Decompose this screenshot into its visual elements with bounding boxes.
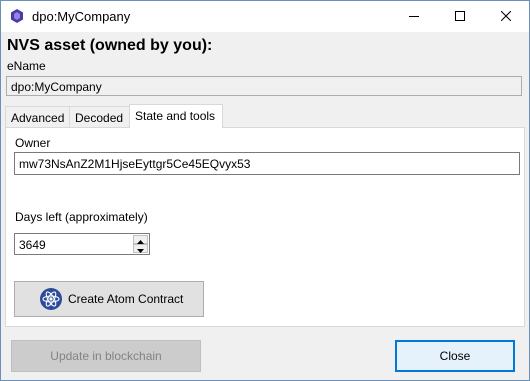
dialog-window: dpo:MyCompany NVS asset (owned by you): … (0, 0, 530, 381)
tab-state-and-tools[interactable]: State and tools (129, 104, 223, 128)
create-atom-contract-button[interactable]: Create Atom Contract (14, 281, 204, 317)
close-window-button[interactable] (483, 1, 529, 32)
chevron-down-icon (137, 242, 144, 256)
window-title: dpo:MyCompany (32, 9, 131, 24)
minimize-button[interactable] (391, 1, 437, 32)
days-left-spinbox[interactable]: 3649 (14, 233, 150, 255)
create-atom-contract-label: Create Atom Contract (68, 292, 184, 306)
asset-heading: NVS asset (owned by you): (7, 37, 213, 54)
close-icon (500, 10, 512, 24)
app-logo-icon (9, 8, 25, 24)
ename-field[interactable]: dpo:MyCompany (6, 76, 522, 96)
tab-advanced[interactable]: Advanced (5, 106, 70, 127)
maximize-icon (455, 10, 465, 24)
minimize-icon (409, 10, 419, 24)
days-left-label: Days left (approximately) (15, 210, 148, 224)
owner-input[interactable] (14, 152, 520, 175)
owner-label: Owner (15, 136, 51, 150)
spin-buttons (133, 235, 148, 253)
days-left-value[interactable]: 3649 (19, 238, 46, 252)
ename-label: eName (7, 59, 46, 73)
state-and-tools-panel: Owner Days left (approximately) 3649 (5, 127, 525, 327)
close-button[interactable]: Close (395, 340, 515, 372)
title-bar[interactable]: dpo:MyCompany (1, 1, 529, 32)
atom-icon (39, 287, 63, 311)
spin-down-button[interactable] (133, 244, 148, 253)
maximize-button[interactable] (437, 1, 483, 32)
tab-decoded[interactable]: Decoded (69, 106, 130, 127)
update-in-blockchain-button[interactable]: Update in blockchain (11, 340, 201, 372)
